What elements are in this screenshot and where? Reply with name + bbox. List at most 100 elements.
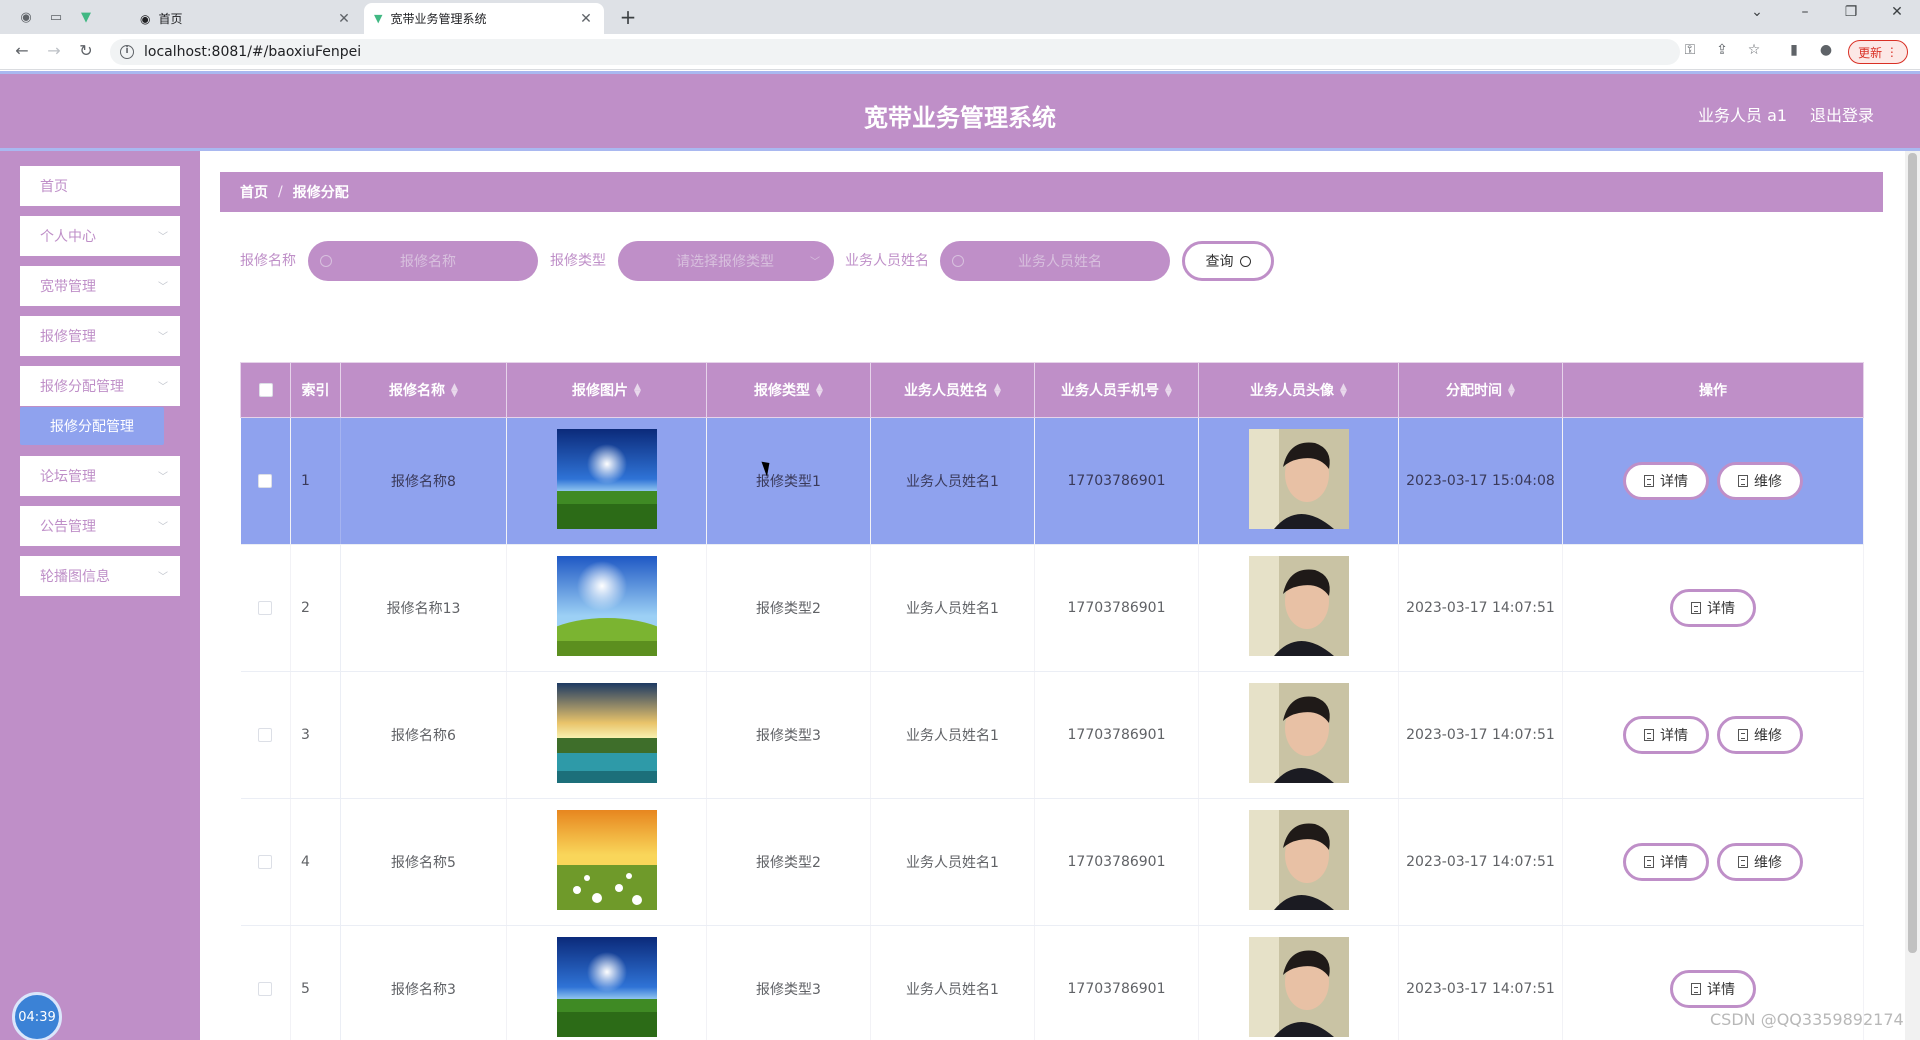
row-checkbox[interactable]	[258, 728, 273, 742]
table-row[interactable]: 5 报修名称3 报修类型3 业务人员姓名1 17703786901 2023-03-17 …	[240, 925, 1864, 1040]
assign-time: 2023-03-17 14:07:51	[1398, 544, 1563, 672]
sidebar-item-repair-assign[interactable]: 报修分配管理 ﹀	[20, 366, 180, 406]
detail-button[interactable]: 详情	[1670, 970, 1756, 1008]
col-repair-type[interactable]: 报修类型 ▲ ▼	[706, 362, 871, 418]
row-select-cell[interactable]	[240, 798, 291, 926]
row-checkbox[interactable]	[258, 474, 273, 488]
sidebar-item-carousel[interactable]: 轮播图信息 ﹀	[20, 556, 180, 596]
row-index: 2	[290, 544, 341, 672]
search-icon	[952, 255, 964, 267]
info-icon[interactable]: i	[120, 45, 134, 59]
repair-image[interactable]	[556, 556, 657, 656]
repair-image[interactable]	[556, 937, 657, 1037]
table-row[interactable]: 3 报修名称6 报修类型3 业务人员姓名1 17703786901 2023-03-17 …	[240, 671, 1864, 799]
profile-icon[interactable]: ●	[1816, 42, 1836, 62]
vue-icon: ▼	[374, 12, 383, 25]
sidebar-item-home[interactable]: 首页	[20, 166, 180, 206]
chrome-icon[interactable]: ◉	[16, 7, 36, 27]
repair-button[interactable]: 维修	[1717, 843, 1803, 881]
detail-button[interactable]: 详情	[1623, 843, 1709, 881]
assign-time: 2023-03-17 14:07:51	[1398, 671, 1563, 799]
star-icon[interactable]: ☆	[1744, 42, 1764, 62]
col-staff-avatar[interactable]: 业务人员头像 ▲ ▼	[1198, 362, 1399, 418]
restore-icon[interactable]: ❐	[1836, 4, 1866, 20]
document-icon	[1644, 729, 1654, 741]
select-all-checkbox[interactable]	[258, 383, 273, 397]
sidebar-item-broadband[interactable]: 宽带管理 ﹀	[20, 266, 180, 306]
blank-tab-icon[interactable]: ▭	[46, 7, 66, 27]
page-scrollbar[interactable]	[1905, 151, 1920, 1040]
sort-icon[interactable]: ▲ ▼	[1340, 383, 1347, 399]
breadcrumb-home[interactable]: 首页	[240, 182, 268, 202]
detail-button[interactable]: 详情	[1623, 462, 1709, 500]
row-select-cell[interactable]	[240, 417, 291, 545]
detail-button[interactable]: 详情	[1623, 716, 1709, 754]
sort-icon[interactable]: ▲ ▼	[1165, 383, 1172, 399]
scrollbar-thumb[interactable]	[1908, 153, 1917, 953]
minimize-icon[interactable]: –	[1790, 4, 1820, 20]
table-row[interactable]: 1 报修名称8 报修类型1 业务人员姓名1 17703786901 2023-03-17 …	[240, 417, 1864, 545]
row-checkbox[interactable]	[258, 601, 273, 615]
reload-icon[interactable]: ↻	[74, 41, 98, 63]
submenu-item-repair-assign[interactable]: 报修分配管理	[20, 407, 164, 445]
sidepanel-icon[interactable]: ▮	[1784, 42, 1804, 62]
chevron-down-icon: ﹀	[158, 472, 168, 483]
staff-avatar[interactable]	[1248, 556, 1349, 656]
select-all-cell[interactable]	[240, 362, 291, 418]
tab-home[interactable]: ◉ 首页 ✕	[130, 3, 362, 34]
repair-type-select[interactable]: 请选择报修类型 ﹀	[618, 241, 834, 281]
repair-image[interactable]	[556, 429, 657, 529]
update-button[interactable]: 更新 ⋮	[1848, 40, 1908, 64]
sidebar-item-notice[interactable]: 公告管理 ﹀	[20, 506, 180, 546]
repair-image[interactable]	[556, 683, 657, 783]
sort-icon[interactable]: ▲ ▼	[634, 383, 641, 399]
close-icon[interactable]: ✕	[336, 11, 352, 27]
sort-icon[interactable]: ▲ ▼	[816, 383, 823, 399]
row-select-cell[interactable]	[240, 544, 291, 672]
share-icon[interactable]: ⇪	[1712, 42, 1732, 62]
logout-button[interactable]: 退出登录	[1810, 102, 1874, 126]
tab-search-icon[interactable]: ⌄	[1742, 4, 1772, 20]
key-icon[interactable]: ⚿	[1680, 42, 1700, 62]
sort-icon[interactable]: ▲ ▼	[994, 383, 1001, 399]
col-repair-name[interactable]: 报修名称 ▲ ▼	[340, 362, 507, 418]
sidebar-item-profile[interactable]: 个人中心 ﹀	[20, 216, 180, 256]
staff-avatar[interactable]	[1248, 429, 1349, 529]
col-staff-name[interactable]: 业务人员姓名 ▲ ▼	[870, 362, 1035, 418]
sort-icon[interactable]: ▲ ▼	[1508, 383, 1515, 399]
sort-icon[interactable]: ▲ ▼	[451, 383, 458, 399]
row-checkbox[interactable]	[258, 855, 273, 869]
repair-image[interactable]	[556, 810, 657, 910]
vue-icon[interactable]: ▼	[76, 7, 96, 27]
detail-button[interactable]: 详情	[1670, 589, 1756, 627]
row-select-cell[interactable]	[240, 671, 291, 799]
url-bar[interactable]: i localhost:8081/#/baoxiuFenpei	[110, 39, 1680, 65]
new-tab-button[interactable]: +	[616, 5, 640, 29]
col-assign-time[interactable]: 分配时间 ▲ ▼	[1398, 362, 1563, 418]
table-row[interactable]: 2 报修名称13 报修类型2 业务人员姓名1 17703786901 2023-03-17…	[240, 544, 1864, 672]
forward-icon[interactable]: →	[42, 41, 66, 63]
row-checkbox[interactable]	[258, 982, 273, 996]
tab-active[interactable]: ▼ 宽带业务管理系统 ✕	[364, 3, 604, 34]
close-icon[interactable]: ✕	[578, 11, 594, 27]
staff-name: 业务人员姓名1	[870, 671, 1035, 799]
repair-name-input[interactable]: 报修名称	[308, 241, 538, 281]
sidebar-item-repair[interactable]: 报修管理 ﹀	[20, 316, 180, 356]
col-repair-image[interactable]: 报修图片 ▲ ▼	[506, 362, 707, 418]
repair-button[interactable]: 维修	[1717, 462, 1803, 500]
staff-avatar[interactable]	[1248, 683, 1349, 783]
staff-avatar[interactable]	[1248, 810, 1349, 910]
staff-name-input[interactable]: 业务人员姓名	[940, 241, 1170, 281]
close-window-icon[interactable]: ✕	[1882, 4, 1912, 20]
repair-image-cell	[506, 417, 707, 545]
col-staff-phone[interactable]: 业务人员手机号 ▲ ▼	[1034, 362, 1199, 418]
back-icon[interactable]: ←	[10, 41, 34, 63]
query-button[interactable]: 查询	[1182, 241, 1274, 281]
repair-type: 报修类型3	[706, 671, 871, 799]
sidebar-item-forum[interactable]: 论坛管理 ﹀	[20, 456, 180, 496]
repair-button[interactable]: 维修	[1717, 716, 1803, 754]
table-row[interactable]: 4 报修名称5 报修类型2 业务人员姓名1 17703786901 2023-03-17 …	[240, 798, 1864, 926]
row-select-cell[interactable]	[240, 925, 291, 1040]
staff-avatar[interactable]	[1248, 937, 1349, 1037]
row-index: 1	[290, 417, 341, 545]
